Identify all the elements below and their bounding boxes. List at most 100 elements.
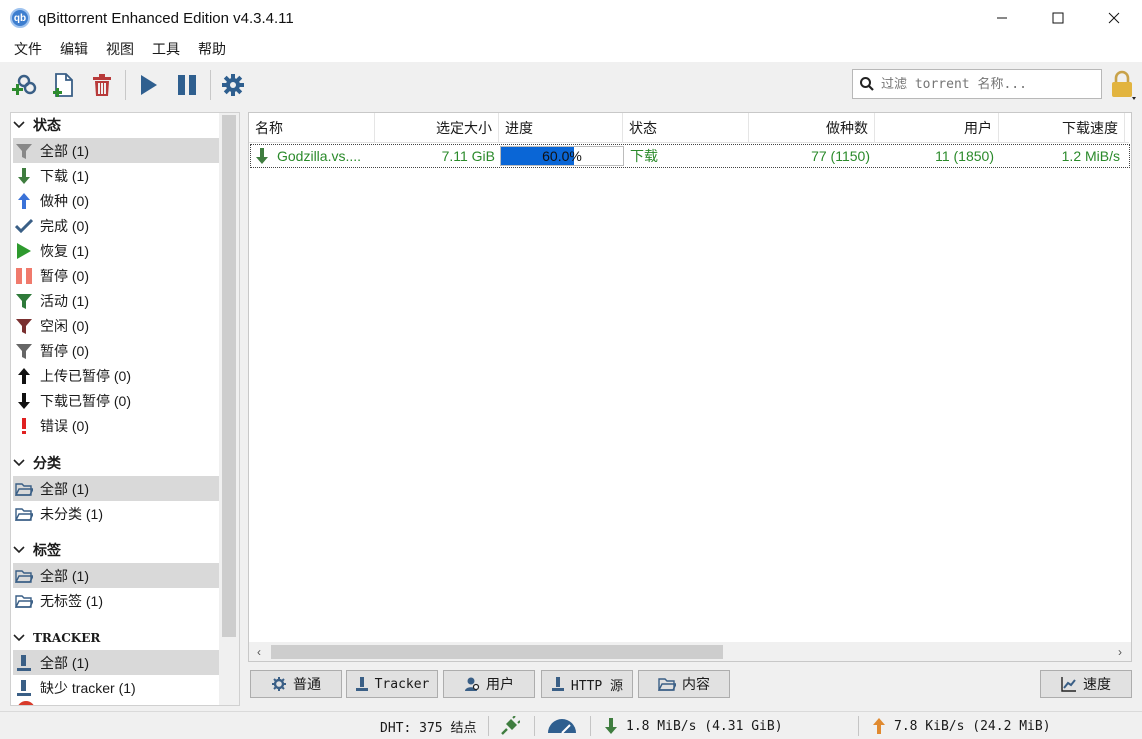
menu-tools[interactable]: 工具 bbox=[144, 39, 188, 59]
search-input[interactable] bbox=[881, 76, 1081, 92]
menu-file[interactable]: 文件 bbox=[6, 39, 50, 59]
tab-trackers[interactable]: Tracker bbox=[346, 670, 438, 698]
menu-view[interactable]: 视图 bbox=[98, 39, 142, 59]
tab-speed-label: 速度 bbox=[1083, 676, 1111, 692]
tracker-item-label: 缺少 tracker (1) bbox=[40, 679, 136, 696]
column-header-progress[interactable]: 进度 bbox=[499, 113, 623, 143]
section-status[interactable]: 状态 bbox=[13, 113, 61, 137]
maximize-button[interactable] bbox=[1030, 0, 1086, 36]
minimize-button[interactable] bbox=[974, 0, 1030, 36]
status-item-errored[interactable]: 错误 (0) bbox=[13, 413, 219, 438]
status-item-label: 活动 (1) bbox=[40, 292, 89, 309]
upload-speed-text: 7.8 KiB/s (24.2 MiB) bbox=[894, 718, 1051, 734]
status-item-stalled[interactable]: 暂停 (0) bbox=[13, 338, 219, 363]
options-button[interactable] bbox=[217, 69, 249, 101]
list-horizontal-scrollbar[interactable]: ‹ › bbox=[249, 642, 1131, 661]
resume-button[interactable] bbox=[132, 69, 164, 101]
section-tags-title: 标签 bbox=[33, 542, 61, 558]
column-header-seeds[interactable]: 做种数 bbox=[749, 113, 875, 143]
status-item-seeding[interactable]: 做种 (0) bbox=[13, 188, 219, 213]
section-trackers[interactable]: TRACKER bbox=[13, 626, 100, 650]
upload-stalled-icon bbox=[14, 366, 34, 386]
status-item-label: 暂停 (0) bbox=[40, 267, 89, 284]
table-row[interactable]: Godzilla.vs.... 7.11 GiB 60.0% 下载 77 (11… bbox=[250, 144, 1130, 168]
status-item-resumed[interactable]: 恢复 (1) bbox=[13, 238, 219, 263]
status-item-all[interactable]: 全部 (1) bbox=[13, 138, 219, 163]
column-header-name[interactable]: 名称 bbox=[249, 113, 375, 143]
status-item-active[interactable]: 活动 (1) bbox=[13, 288, 219, 313]
category-item-all[interactable]: 全部 (1) bbox=[13, 476, 219, 501]
alt-speed-toggle[interactable] bbox=[546, 712, 578, 739]
add-torrent-file-button[interactable] bbox=[47, 69, 79, 101]
window-title: qBittorrent Enhanced Edition v4.3.4.11 bbox=[38, 9, 294, 27]
status-item-inactive[interactable]: 空闲 (0) bbox=[13, 313, 219, 338]
minimize-icon bbox=[997, 17, 1007, 19]
tab-http-sources-label: HTTP 源 bbox=[570, 678, 624, 694]
delete-torrent-button[interactable] bbox=[86, 69, 118, 101]
status-item-label: 下载 (1) bbox=[40, 167, 89, 184]
status-bar: DHT: 375 结点 1.8 MiB/s (4.31 GiB) 7.8 KiB… bbox=[0, 711, 1142, 739]
scroll-left-arrow-icon[interactable]: ‹ bbox=[252, 645, 266, 659]
status-item-completed[interactable]: 完成 (0) bbox=[13, 213, 219, 238]
lock-button[interactable] bbox=[1108, 69, 1138, 101]
tracker-icon bbox=[551, 676, 565, 692]
column-header-down-speed[interactable]: 下载速度 bbox=[999, 113, 1125, 143]
tab-trackers-label: Tracker bbox=[374, 676, 430, 692]
column-header-size[interactable]: 选定大小 bbox=[375, 113, 499, 143]
scroll-right-arrow-icon[interactable]: › bbox=[1113, 645, 1127, 659]
torrent-name: Godzilla.vs.... bbox=[277, 148, 362, 164]
filter-gray-icon bbox=[14, 341, 34, 361]
search-box bbox=[852, 69, 1102, 99]
connection-status-button[interactable] bbox=[500, 712, 520, 739]
upload-speed-status[interactable]: 7.8 KiB/s (24.2 MiB) bbox=[870, 712, 1051, 739]
tag-item-all[interactable]: 全部 (1) bbox=[13, 563, 219, 588]
tracker-item-all[interactable]: 全部 (1) bbox=[13, 650, 219, 675]
section-trackers-title: TRACKER bbox=[33, 631, 101, 645]
status-separator bbox=[590, 716, 591, 736]
tab-speed[interactable]: 速度 bbox=[1040, 670, 1132, 698]
status-separator bbox=[534, 716, 535, 736]
sidebar-scrollbar[interactable] bbox=[219, 113, 239, 705]
status-item-upload-stalled[interactable]: 上传已暂停 (0) bbox=[13, 363, 219, 388]
tag-item-untagged[interactable]: 无标签 (1) bbox=[13, 588, 219, 613]
category-item-uncategorized[interactable]: 未分类 (1) bbox=[13, 501, 219, 526]
status-item-paused[interactable]: 暂停 (0) bbox=[13, 263, 219, 288]
chevron-down-icon bbox=[13, 634, 25, 642]
torrent-list: 名称 选定大小 进度 状态 做种数 用户 下载速度 Godzilla.vs...… bbox=[248, 112, 1132, 662]
chevron-down-icon bbox=[13, 121, 25, 129]
tab-peers[interactable]: 用户 bbox=[443, 670, 535, 698]
torrent-seeds: 77 (1150) bbox=[811, 148, 870, 164]
column-header-peers[interactable]: 用户 bbox=[875, 113, 999, 143]
download-arrow-icon bbox=[14, 166, 34, 186]
category-item-label: 全部 (1) bbox=[40, 480, 89, 497]
dht-status: DHT: 375 结点 bbox=[380, 720, 477, 736]
tab-http-sources[interactable]: HTTP 源 bbox=[541, 670, 633, 698]
download-stalled-icon bbox=[14, 391, 34, 411]
folder-icon bbox=[14, 591, 34, 611]
section-categories[interactable]: 分类 bbox=[13, 451, 61, 475]
list-scrollbar-thumb[interactable] bbox=[271, 645, 723, 659]
tab-peers-label: 用户 bbox=[486, 676, 514, 692]
status-item-downloading[interactable]: 下载 (1) bbox=[13, 163, 219, 188]
torrent-status: 下载 bbox=[630, 148, 658, 164]
error-icon bbox=[14, 416, 34, 436]
sidebar-scrollbar-thumb[interactable] bbox=[222, 115, 236, 637]
status-item-label: 暂停 (0) bbox=[40, 342, 89, 359]
add-torrent-link-button[interactable] bbox=[8, 69, 40, 101]
menu-edit[interactable]: 编辑 bbox=[52, 39, 96, 59]
play-icon bbox=[141, 75, 157, 95]
menu-help[interactable]: 帮助 bbox=[190, 39, 234, 59]
section-tags[interactable]: 标签 bbox=[13, 538, 61, 562]
close-button[interactable] bbox=[1086, 0, 1142, 36]
tag-item-label: 无标签 (1) bbox=[40, 592, 103, 609]
maximize-icon bbox=[1052, 12, 1064, 24]
column-header-status[interactable]: 状态 bbox=[623, 113, 749, 143]
tab-content[interactable]: 内容 bbox=[638, 670, 730, 698]
speedometer-icon bbox=[548, 719, 576, 734]
torrent-name-cell: Godzilla.vs.... bbox=[251, 145, 377, 167]
pause-button[interactable] bbox=[171, 69, 203, 101]
download-speed-status[interactable]: 1.8 MiB/s (4.31 GiB) bbox=[602, 712, 783, 739]
status-item-download-stalled[interactable]: 下载已暂停 (0) bbox=[13, 388, 219, 413]
tab-general[interactable]: 普通 bbox=[250, 670, 342, 698]
tracker-item-trackerless[interactable]: 缺少 tracker (1) bbox=[13, 675, 219, 700]
